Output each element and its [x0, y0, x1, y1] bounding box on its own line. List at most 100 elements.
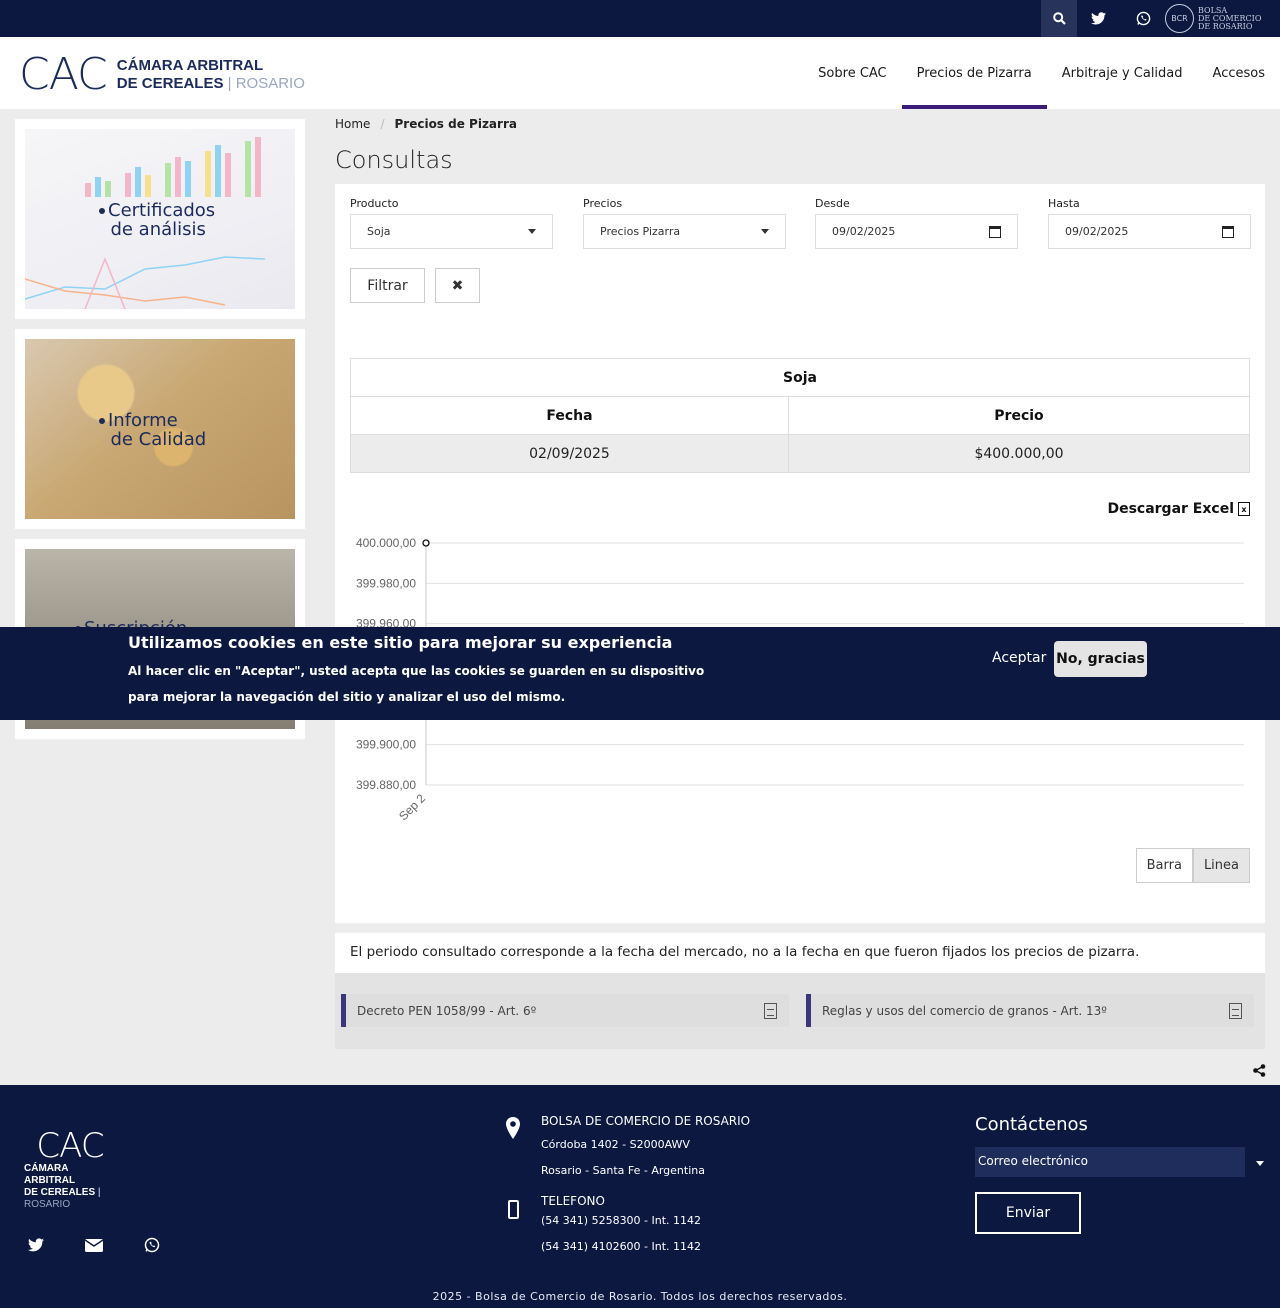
whatsapp-icon [1136, 11, 1150, 26]
twitter-icon [1090, 12, 1106, 25]
logo-subtitle: CÁMARA ARBITRAL DE CEREALES | ROSARIO [117, 57, 305, 93]
twitter-link[interactable] [1083, 0, 1113, 37]
precios-select[interactable]: Precios Pizarra [583, 214, 786, 249]
footer-email-link[interactable] [83, 1235, 105, 1255]
share-button[interactable] [1252, 1063, 1266, 1077]
precios-label: Precios [583, 197, 623, 210]
document-icon [764, 1002, 777, 1019]
nav-sobre-cac[interactable]: Sobre CAC [803, 37, 901, 109]
producto-select[interactable]: Soja [350, 214, 553, 249]
footer-phone-title: TELEFONO [541, 1194, 605, 1208]
excel-file-icon: x [1238, 502, 1250, 516]
producto-value: Soja [367, 225, 391, 238]
download-excel-link[interactable]: Descargar Excel x [1107, 501, 1250, 517]
nav-accesos[interactable]: Accesos [1198, 37, 1280, 109]
footer-twitter-link[interactable] [25, 1235, 47, 1255]
contact-method-select[interactable]: Correo electrónico [975, 1147, 1245, 1177]
table-header-row: Fecha Precio [350, 396, 1250, 435]
footer-logo-sep: | [97, 1187, 101, 1198]
y-tick-label: 400.000,00 [356, 536, 416, 550]
sidebar-card-certificados[interactable]: Certificados de análisis [15, 119, 305, 319]
cell-precio: $400.000,00 [788, 434, 1250, 473]
footer-whatsapp-link[interactable] [141, 1235, 163, 1255]
cookie-title: Utilizamos cookies en este sitio para me… [128, 633, 673, 652]
table-title-row: Soja [350, 358, 1250, 397]
informe-line-1: Informe [108, 410, 178, 431]
sidebar-card-informe-calidad[interactable]: Informe de Calidad [15, 329, 305, 529]
desde-field: Desde 09/02/2025 [815, 197, 1018, 249]
chart-type-bar-button[interactable]: Barra [1135, 848, 1193, 883]
data-point[interactable] [422, 539, 430, 547]
chevron-down-icon [761, 229, 769, 234]
chart-type-line-button[interactable]: Linea [1192, 848, 1250, 883]
period-note: El periodo consultado corresponde a la f… [335, 933, 1265, 973]
cookie-accept-button[interactable]: Aceptar [992, 650, 1046, 666]
producto-label: Producto [350, 197, 399, 210]
informe-line-2: de Calidad [110, 429, 207, 450]
informe-caption: Informe de Calidad [99, 411, 206, 449]
copyright: 2025 - Bolsa de Comercio de Rosario. Tod… [432, 1290, 848, 1303]
ref-reglas-link[interactable]: Reglas y usos del comercio de granos - A… [806, 994, 1254, 1027]
ref-decreto-link[interactable]: Decreto PEN 1058/99 - Art. 6º [341, 994, 789, 1027]
footer-logo-subtitle: CÁMARA ARBITRAL DE CEREALES | ROSARIO [24, 1163, 116, 1211]
close-icon: ✖ [451, 277, 464, 294]
cac-logo[interactable]: CAC CÁMARA ARBITRAL DE CEREALES | ROSARI… [19, 53, 305, 97]
footer-phones: TELEFONO (54 341) 5258300 - Int. 1142 (5… [541, 1194, 701, 1256]
logo-line-2: DE CEREALES [116, 75, 224, 92]
precios-value: Precios Pizarra [600, 225, 681, 238]
breadcrumb-home[interactable]: Home [335, 117, 370, 131]
top-bar: BCR BOLSA DE COMERCIO DE ROSARIO [0, 0, 1280, 37]
precios-field: Precios Precios Pizarra [583, 197, 786, 249]
site-header: CAC CÁMARA ARBITRAL DE CEREALES | ROSARI… [0, 37, 1280, 109]
clear-filters-button[interactable]: ✖ [435, 268, 480, 303]
x-tick-label: Sep 2 [396, 791, 428, 823]
hasta-value: 09/02/2025 [1065, 225, 1129, 238]
certificados-line-1: Certificados [108, 200, 216, 221]
cookie-decline-button[interactable]: No, gracias [1054, 641, 1147, 677]
desde-value: 09/02/2025 [832, 225, 896, 238]
footer-address: BOLSA DE COMERCIO DE ROSARIO Córdoba 140… [541, 1114, 750, 1180]
nav-precios-de-pizarra[interactable]: Precios de Pizarra [901, 37, 1047, 109]
logo-line-1: CÁMARA ARBITRAL [116, 57, 264, 74]
caption-bullet [99, 418, 105, 424]
whatsapp-link[interactable] [1128, 0, 1158, 37]
envelope-icon [85, 1238, 103, 1252]
whatsapp-icon [144, 1237, 160, 1253]
desde-date-input[interactable]: 09/02/2025 [815, 214, 1018, 249]
hasta-date-input[interactable]: 09/02/2025 [1048, 214, 1251, 249]
certificados-banner-image: Certificados de análisis [25, 129, 295, 309]
footer-org-name: BOLSA DE COMERCIO DE ROSARIO [541, 1114, 751, 1128]
logo-cac-mark: CAC [19, 49, 108, 100]
footer-phone-2[interactable]: (54 341) 4102600 - Int. 1142 [541, 1238, 701, 1256]
certificados-caption: Certificados de análisis [99, 201, 215, 239]
nav-arbitraje-y-calidad[interactable]: Arbitraje y Calidad [1047, 37, 1198, 109]
calendar-icon[interactable] [1222, 225, 1234, 238]
document-icon [1229, 1002, 1242, 1019]
search-button[interactable] [1041, 0, 1077, 37]
bcr-logo[interactable]: BCR BOLSA DE COMERCIO DE ROSARIO [1165, 3, 1261, 34]
chevron-down-icon [528, 229, 536, 234]
chart-type-toggle: Barra Linea [1135, 848, 1250, 883]
ref-decreto-label: Decreto PEN 1058/99 - Art. 6º [357, 1003, 537, 1018]
line-chart-illustration [25, 256, 266, 309]
breadcrumb-separator: / [380, 117, 385, 131]
site-footer: CAC CÁMARA ARBITRAL DE CEREALES | ROSARI… [0, 1085, 1280, 1308]
cell-fecha: 02/09/2025 [350, 434, 789, 473]
calendar-icon[interactable] [989, 225, 1001, 238]
enviar-button[interactable]: Enviar [975, 1192, 1081, 1234]
twitter-icon [28, 1238, 44, 1252]
breadcrumb-current: Precios de Pizarra [394, 117, 517, 131]
chevron-down-icon[interactable] [1256, 1161, 1264, 1166]
certificados-line-2: de análisis [110, 219, 206, 240]
filtrar-button[interactable]: Filtrar [350, 268, 425, 303]
footer-address-2: Rosario - Santa Fe - Argentina [541, 1164, 705, 1177]
bcr-logo-text: BOLSA DE COMERCIO DE ROSARIO [1198, 6, 1261, 31]
footer-logo-line-1: CÁMARA ARBITRAL [24, 1163, 76, 1186]
footer-logo[interactable]: CAC CÁMARA ARBITRAL DE CEREALES | ROSARI… [24, 1129, 116, 1211]
table-title: Soja [350, 358, 1250, 397]
bcr-line-3: DE ROSARIO [1198, 21, 1253, 31]
footer-phone-1[interactable]: (54 341) 5258300 - Int. 1142 [541, 1212, 701, 1230]
footer-logo-cac: CAC [36, 1126, 104, 1166]
logo-line-3: ROSARIO [235, 75, 305, 92]
page-title: Consultas [335, 146, 453, 174]
